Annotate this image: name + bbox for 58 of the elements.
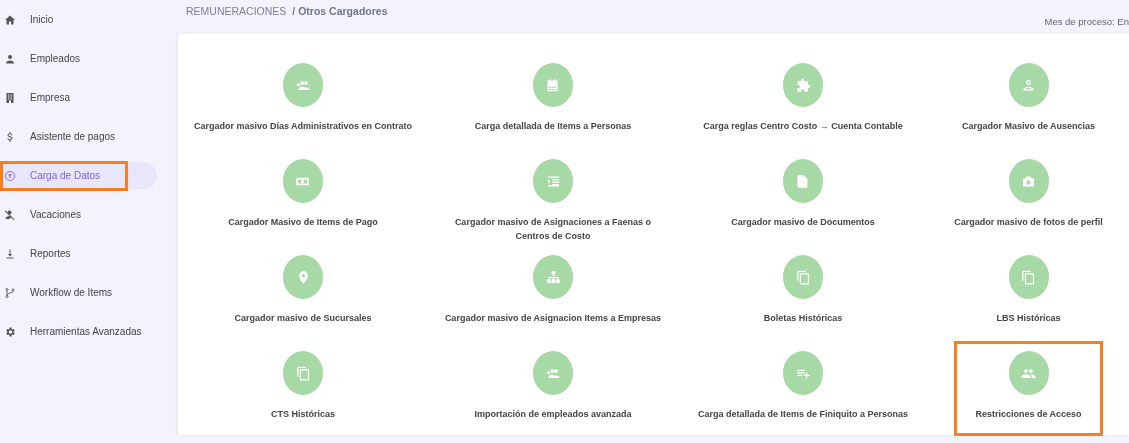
sidebar-item[interactable]: Empleados [0,45,157,72]
loader-link[interactable]: Importación de empleados avanzada [474,407,632,421]
calendar-icon [545,77,561,93]
loader-link[interactable]: Cargador masivo de Asignacion Items a Empresas [444,311,662,325]
loader-button[interactable] [533,351,573,395]
loader-link[interactable]: Cargador masivo Días Administrativos en Contrato [193,119,413,133]
loader-link[interactable]: Cargador Masivo de Ausencias [961,119,1096,133]
puzzle-icon [795,77,811,93]
loader-link[interactable]: Carga reglas Centro Costo → Cuenta Contable [703,119,903,133]
breadcrumb-link[interactable]: REMUNERACIONES [186,5,287,17]
loader-button[interactable] [783,63,823,107]
loader-button[interactable] [783,351,823,395]
loader-button[interactable] [1008,255,1049,299]
loader-button[interactable] [1008,63,1049,107]
copy-icon [1021,269,1036,285]
loader-button[interactable] [283,351,323,395]
sidebar-item[interactable]: Workflow de Items [0,279,157,306]
copy-icon [295,365,311,381]
loader-link[interactable]: Carga detallada de Items de Finiquito a Personas [697,407,909,421]
copy-icon [795,269,811,285]
loader-button[interactable] [283,255,323,299]
sidebar-item[interactable]: Vacaciones [0,201,157,228]
sidebar-item[interactable]: Reportes [0,240,157,267]
sidebar-item[interactable]: Empresa [0,84,157,111]
loader-link[interactable]: Boletas Históricas [763,311,843,325]
sidebar-item[interactable]: Asistente de pagos [0,123,157,150]
loader-button[interactable] [1008,159,1049,203]
loader-button[interactable] [783,159,823,203]
loader-link[interactable]: Cargador Masivo de Items de Pago [228,215,378,229]
loader-link[interactable]: Cargador masivo de Documentos [731,215,875,229]
loader-link[interactable]: Restricciones de Acceso [975,407,1082,421]
building-icon [4,91,16,104]
process-month: Mes de proceso: En [1044,15,1129,27]
loader-button[interactable] [283,63,323,107]
home-icon [4,13,16,26]
loader-link[interactable]: Cargador masivo de Sucursales [234,311,372,325]
branch-icon [4,286,16,299]
loader-link[interactable]: Cargador masivo de fotos de perfil [954,215,1103,229]
hierarchy-icon [545,269,561,285]
loader-link[interactable]: LBS Históricas [996,311,1061,325]
loader-button[interactable] [1008,351,1049,395]
loader-link[interactable]: Carga detallada de Items a Personas [474,119,632,133]
settings-icon [4,325,16,338]
loader-link[interactable]: Cargador masivo de Asignaciones a Faenas o Centros de Costo [437,215,669,243]
loader-button[interactable] [533,63,573,107]
loader-button[interactable] [783,255,823,299]
loader-button[interactable] [533,255,573,299]
loader-button[interactable] [283,159,323,203]
breadcrumb-current: / Otros Cargadores [292,5,388,17]
loader-button[interactable] [533,159,573,203]
download-icon [4,247,16,260]
person-slash-icon [4,208,16,221]
sidebar-item[interactable]: Herramientas Avanzadas [0,318,157,345]
document-icon [795,173,811,189]
person-icon [4,52,16,65]
sidebar-item[interactable]: Inicio [0,6,157,33]
loader-link[interactable]: CTS Históricas [271,407,335,421]
person-icon [1021,77,1036,93]
